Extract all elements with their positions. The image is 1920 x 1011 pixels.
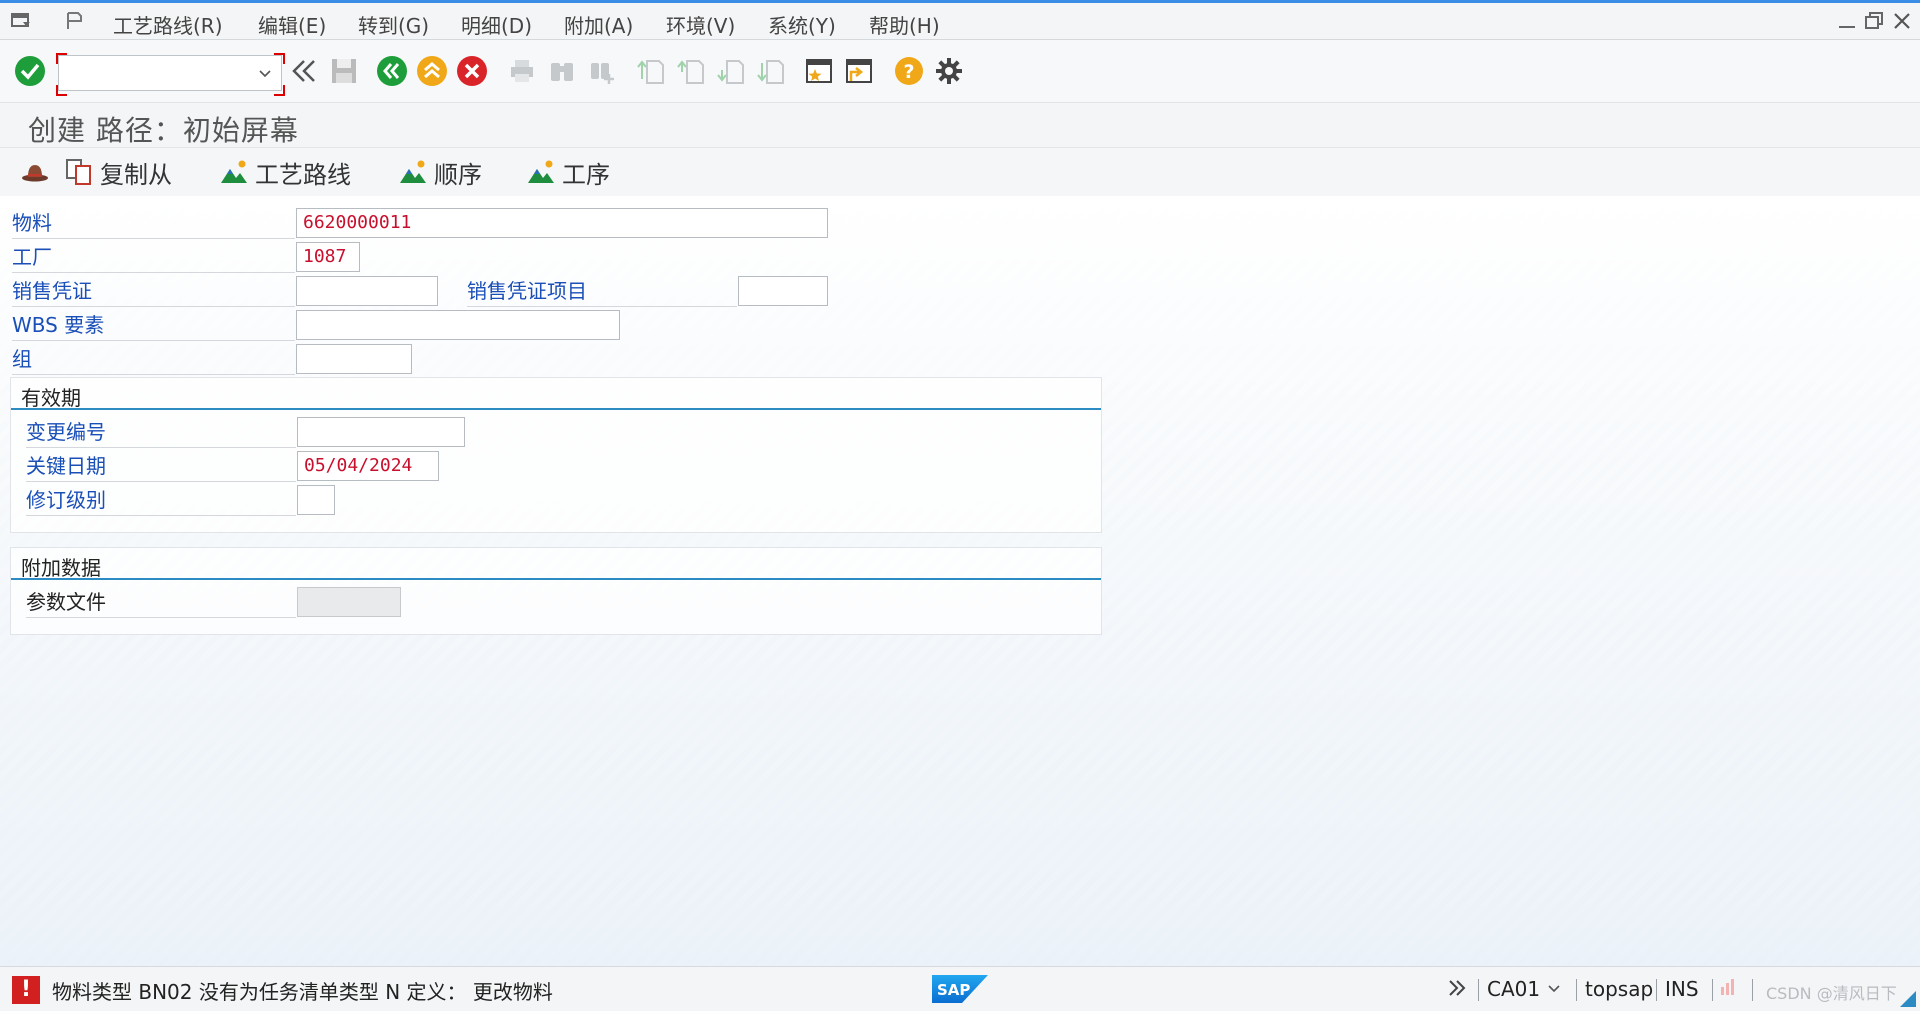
change-no-input[interactable] (297, 417, 465, 447)
profile-input (297, 587, 401, 617)
main-content: 物料 6620000011 工厂 1087 销售凭证 销售凭证项目 WBS 要素… (0, 196, 1920, 966)
find-icon[interactable] (545, 54, 579, 88)
material-input[interactable]: 6620000011 (296, 208, 828, 238)
revision-level-input[interactable] (297, 485, 335, 515)
sap-logo: SAP (932, 975, 988, 1003)
key-date-input[interactable]: 05/04/2024 (297, 451, 439, 481)
mountain-icon (221, 160, 247, 183)
error-icon[interactable]: ! (12, 976, 40, 1004)
menu-routing[interactable]: 工艺路线(R) (113, 10, 223, 39)
insert-mode[interactable]: INS (1665, 977, 1699, 1001)
print-icon[interactable] (505, 54, 539, 88)
routing-button[interactable]: 工艺路线 (219, 156, 351, 189)
create-session-icon[interactable] (802, 54, 836, 88)
title-bar: 创建 路径：初始屏幕 (0, 103, 1920, 147)
plant-label: 工厂 (12, 243, 295, 273)
menu-environment[interactable]: 环境(V) (666, 10, 735, 39)
change-no-label: 变更编号 (26, 418, 296, 448)
last-page-icon[interactable] (755, 54, 789, 88)
hat-icon[interactable] (20, 156, 56, 188)
additional-data-group-title: 附加数据 (21, 556, 101, 580)
copy-from-button[interactable]: 复制从 (64, 156, 172, 189)
copy-icon (66, 159, 91, 185)
menu-bar: 工艺路线(R) 编辑(E) 转到(G) 明细(D) 附加(A) 环境(V) 系统… (0, 0, 1920, 40)
profile-label: 参数文件 (26, 588, 296, 618)
plant-input[interactable]: 1087 (296, 242, 360, 272)
minimize-icon[interactable] (1835, 9, 1859, 33)
svg-text:SAP: SAP (937, 981, 970, 999)
find-next-icon[interactable] (585, 54, 619, 88)
sales-doc-item-label: 销售凭证项目 (467, 277, 737, 307)
menu-details[interactable]: 明细(D) (461, 10, 532, 39)
group-input[interactable] (296, 344, 412, 374)
expand-status-icon[interactable] (1446, 977, 1468, 999)
status-bar: ! 物料类型 BN02 没有为任务清单类型 N 定义： 更改物料 SAP CA0… (0, 966, 1920, 1009)
sales-doc-item-input[interactable] (738, 276, 828, 306)
sales-doc-label: 销售凭证 (12, 277, 295, 307)
sequence-label: 顺序 (434, 160, 482, 189)
back-double-icon[interactable] (287, 54, 321, 88)
group-divider (11, 578, 1101, 580)
group-label: 组 (12, 345, 295, 375)
group-divider (11, 408, 1101, 410)
menu-help[interactable]: 帮助(H) (869, 10, 940, 39)
revision-level-label: 修订级别 (26, 486, 296, 516)
first-page-icon[interactable] (635, 54, 669, 88)
sales-doc-input[interactable] (296, 276, 438, 306)
exit-icon[interactable] (415, 54, 449, 88)
command-field[interactable] (58, 55, 282, 91)
cancel-icon[interactable] (455, 54, 489, 88)
menu-edit[interactable]: 编辑(E) (258, 10, 326, 39)
validity-group-title: 有效期 (21, 386, 81, 410)
save-icon[interactable] (327, 54, 361, 88)
system-name: CA01 (1487, 977, 1541, 1001)
wbs-input[interactable] (296, 310, 620, 340)
material-label: 物料 (12, 209, 295, 239)
chevron-down-icon[interactable] (1546, 980, 1562, 996)
menu-extras[interactable]: 附加(A) (564, 10, 633, 39)
copy-from-label: 复制从 (100, 160, 172, 189)
wbs-label: WBS 要素 (12, 311, 295, 341)
settings-icon[interactable] (932, 54, 966, 88)
validity-group: 有效期 变更编号 关键日期 05/04/2024 修订级别 (10, 377, 1102, 533)
previous-page-icon[interactable] (675, 54, 709, 88)
sequence-button[interactable]: 顺序 (398, 156, 482, 189)
routing-label: 工艺路线 (255, 160, 351, 189)
resize-grip-icon[interactable] (1900, 991, 1916, 1007)
layout-menu-icon[interactable] (64, 10, 86, 32)
additional-data-group: 附加数据 参数文件 (10, 547, 1102, 635)
key-date-label: 关键日期 (26, 452, 296, 482)
shortcut-icon[interactable] (842, 54, 876, 88)
connection-icon (1718, 977, 1738, 997)
svg-text:?: ? (903, 61, 914, 83)
standard-toolbar: ? (0, 40, 1920, 103)
operation-label: 工序 (562, 160, 610, 189)
close-icon[interactable] (1890, 9, 1914, 33)
menu-goto[interactable]: 转到(G) (358, 10, 429, 39)
page-title: 创建 路径：初始屏幕 (28, 114, 299, 147)
application-toolbar: 复制从 工艺路线 顺序 工序 (0, 147, 1920, 197)
operation-button[interactable]: 工序 (526, 156, 610, 189)
chevron-down-icon[interactable] (257, 65, 273, 81)
menu-toggle-icon[interactable] (10, 10, 32, 32)
menu-system[interactable]: 系统(Y) (768, 10, 836, 39)
server-name: topsap (1585, 977, 1654, 1001)
back-icon[interactable] (375, 54, 409, 88)
restore-icon[interactable] (1862, 9, 1886, 33)
mountain-icon (528, 160, 554, 183)
status-message[interactable]: 物料类型 BN02 没有为任务清单类型 N 定义： 更改物料 (52, 976, 553, 1005)
next-page-icon[interactable] (715, 54, 749, 88)
help-icon[interactable]: ? (892, 54, 926, 88)
enter-icon[interactable] (13, 54, 47, 88)
watermark: CSDN @清风日下 (1766, 984, 1897, 1003)
mountain-icon (400, 160, 426, 183)
